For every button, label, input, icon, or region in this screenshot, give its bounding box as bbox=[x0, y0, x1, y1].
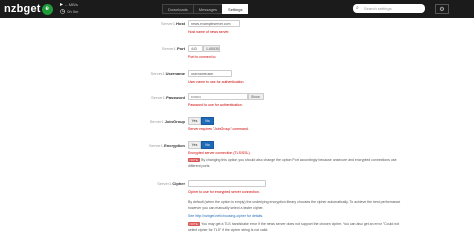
cipher-note: NOTE: You may get a TLS handshake error i… bbox=[188, 222, 400, 226]
encryption-help: Encrypted server connection (TLS/SSL). bbox=[188, 151, 251, 155]
joingroup-label: Server1.JoinGroup bbox=[149, 119, 185, 124]
note-badge: NOTE: bbox=[188, 158, 201, 162]
time-text: 0h 0m bbox=[67, 8, 79, 14]
encryption-note-cont: different ports. bbox=[188, 164, 211, 168]
tab-messages[interactable]: Messages bbox=[192, 4, 223, 14]
password-label: Server1.Password bbox=[150, 95, 185, 100]
main-tabs: Downloads Messages Settings bbox=[162, 0, 249, 18]
tab-downloads[interactable]: Downloads bbox=[162, 4, 193, 14]
cipher-input[interactable] bbox=[188, 180, 266, 187]
username-label: Server1.Username bbox=[150, 71, 185, 76]
port-range-addon: 1-65535 bbox=[203, 45, 220, 52]
cipher-details-link[interactable]: See http://nzbget.net/choosing-cipher fo… bbox=[188, 214, 263, 218]
joingroup-yes-button[interactable]: Yes bbox=[188, 117, 201, 125]
cipher-desc-2: however you can manually select a faster… bbox=[188, 206, 264, 210]
status-indicator[interactable]: ▸ -- MB/s ◷ 0h 0m bbox=[60, 2, 78, 15]
settings-gear-button[interactable]: ⚙ bbox=[435, 4, 449, 14]
encryption-note: NOTE: By changing this option you should … bbox=[188, 158, 397, 162]
username-input[interactable]: usernameuser bbox=[188, 70, 232, 77]
cipher-desc-1: By default (when the option is empty) th… bbox=[188, 200, 401, 204]
logo-text: nzbget bbox=[4, 3, 41, 15]
top-navbar: nzbget e ▸ -- MB/s ◷ 0h 0m Downloads Messa… bbox=[0, 0, 474, 18]
logo-mark-icon: e bbox=[41, 3, 53, 15]
username-help: User name to use for authentication. bbox=[188, 80, 245, 84]
host-input[interactable]: news.exampleserver.com bbox=[188, 20, 240, 27]
cipher-note-cont: select cipher for TLS" if the cipher str… bbox=[188, 228, 269, 232]
tab-settings[interactable]: Settings bbox=[222, 4, 249, 14]
port-label: Server1.Port bbox=[161, 46, 185, 51]
host-label: Server1.Host bbox=[160, 21, 185, 26]
joingroup-help: Server requires "JoinGroup" command. bbox=[188, 127, 249, 131]
host-help: Host name of news server. bbox=[188, 30, 230, 34]
speed-text: -- MB/s bbox=[65, 2, 78, 7]
clock-icon: ◷ bbox=[60, 8, 66, 15]
joingroup-no-button[interactable]: No bbox=[201, 117, 214, 125]
search-placeholder: Search settings bbox=[364, 6, 392, 11]
encryption-yes-button[interactable]: Yes bbox=[188, 141, 201, 149]
cipher-help: Cipher to use for encrypted server conne… bbox=[188, 190, 260, 194]
search-icon: ⌕ bbox=[356, 5, 359, 11]
encryption-no-button[interactable]: No bbox=[201, 141, 214, 149]
port-help: Port to connect to. bbox=[188, 55, 217, 59]
port-input[interactable]: 443 bbox=[188, 45, 203, 52]
play-icon: ▸ bbox=[60, 2, 64, 8]
cipher-label: Server1.Cipher bbox=[157, 181, 185, 186]
encryption-label: Server1.Encryption bbox=[148, 143, 185, 148]
password-input[interactable]: •••••••• bbox=[188, 93, 248, 100]
note-badge: NOTE: bbox=[188, 222, 201, 226]
app-logo: nzbget e bbox=[4, 2, 53, 16]
password-help: Password to use for authentication. bbox=[188, 103, 243, 107]
gear-icon: ⚙ bbox=[439, 7, 445, 13]
show-password-button[interactable]: Show bbox=[248, 93, 264, 100]
search-input[interactable]: ⌕ Search settings bbox=[353, 4, 425, 13]
